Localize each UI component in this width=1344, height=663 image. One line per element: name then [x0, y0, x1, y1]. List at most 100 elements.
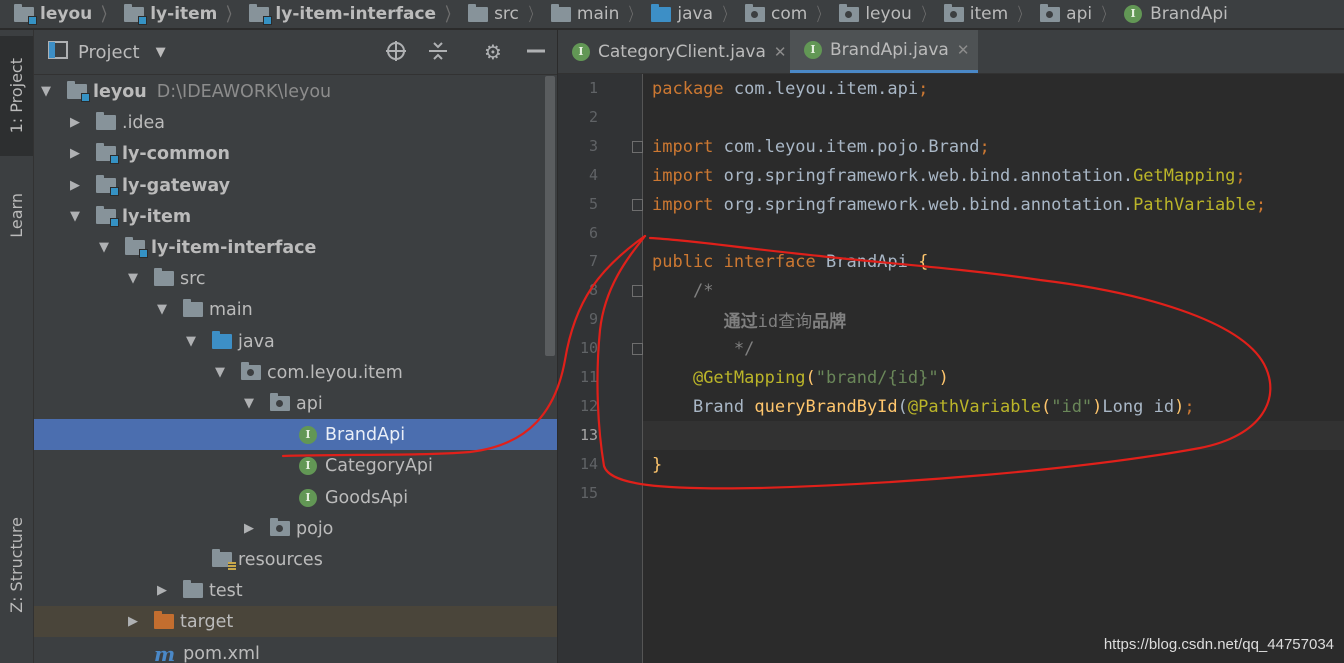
- collapsed-arrow-icon[interactable]: ▶: [68, 115, 82, 130]
- line-number: 12: [579, 397, 598, 415]
- line-number: 6: [588, 224, 598, 242]
- breadcrumb-item[interactable]: leyou 〉: [839, 1, 943, 27]
- code-token: @GetMapping: [692, 367, 806, 388]
- code-editor[interactable]: package com.leyou.item.api; import com.le…: [643, 74, 1344, 663]
- tree-item[interactable]: ▶mpom.xml: [34, 638, 557, 663]
- line-number: 2: [588, 108, 598, 126]
- code-line: }: [643, 450, 1344, 479]
- locate-target-icon[interactable]: [384, 40, 408, 64]
- collapse-all-icon[interactable]: [426, 40, 450, 64]
- editor-tab-bar: I CategoryClient.java ✕ I BrandApi.java ✕: [558, 30, 1344, 74]
- breadcrumb-item[interactable]: item 〉: [943, 1, 1040, 27]
- fold-marker-icon[interactable]: [632, 199, 643, 211]
- close-icon[interactable]: ✕: [774, 43, 787, 61]
- breadcrumb-item[interactable]: main 〉: [550, 1, 651, 27]
- breadcrumb-item[interactable]: com 〉: [745, 1, 839, 27]
- line-number: 8: [588, 281, 598, 299]
- tree-item[interactable]: ▼ api: [34, 388, 557, 419]
- project-tool-tab-label: 1: Project: [7, 58, 26, 134]
- line-number: 4: [588, 166, 598, 184]
- breadcrumb-label: api: [1066, 4, 1093, 24]
- gear-icon[interactable]: ⚙: [481, 40, 505, 64]
- code-token: ): [1174, 396, 1185, 417]
- navigation-breadcrumb: leyou 〉 ly-item 〉 ly-item-interface 〉 src 〉 main…: [0, 0, 1344, 29]
- code-line: public interface BrandApi {: [643, 247, 1344, 276]
- learn-tool-tab[interactable]: Learn: [0, 170, 33, 260]
- tree-item[interactable]: ▶ICategoryApi: [34, 450, 557, 481]
- tree-item[interactable]: ▼ main: [34, 294, 557, 325]
- tree-item[interactable]: ▼ com.leyou.item: [34, 357, 557, 388]
- close-icon[interactable]: ✕: [957, 41, 970, 59]
- package-icon: [1040, 3, 1061, 22]
- project-view-icon: [48, 40, 68, 64]
- hide-panel-icon[interactable]: [524, 40, 548, 64]
- tree-item[interactable]: ▶ target: [34, 606, 557, 637]
- tree-item[interactable]: ▼ src: [34, 263, 557, 294]
- breadcrumb-item[interactable]: api 〉: [1040, 1, 1124, 27]
- collapsed-arrow-icon[interactable]: ▶: [155, 583, 169, 598]
- tree-item[interactable]: ▶ ly-gateway: [34, 170, 557, 201]
- tree-item[interactable]: ▶ ly-common: [34, 138, 557, 169]
- tree-item-label: pojo: [296, 518, 334, 539]
- collapsed-arrow-icon[interactable]: ▶: [68, 146, 82, 161]
- watermark: https://blog.csdn.net/qq_44757034: [1103, 636, 1334, 653]
- collapsed-arrow-icon[interactable]: ▶: [68, 178, 82, 193]
- editor-tab[interactable]: I CategoryClient.java ✕: [558, 30, 790, 73]
- code-token: ): [938, 367, 949, 388]
- fold-marker-icon[interactable]: [632, 141, 643, 153]
- expanded-arrow-icon[interactable]: ▼: [213, 365, 227, 380]
- tree-item[interactable]: ▶ test: [34, 575, 557, 606]
- breadcrumb-item[interactable]: java 〉: [651, 1, 745, 27]
- fold-marker-icon[interactable]: [632, 343, 643, 355]
- chevron-right-icon: 〉: [101, 5, 113, 26]
- chevron-down-icon[interactable]: ▼: [156, 45, 166, 60]
- project-view-selector[interactable]: Project: [78, 42, 140, 63]
- code-token: ;: [1235, 165, 1246, 186]
- fold-marker-icon[interactable]: [632, 285, 643, 297]
- code-token: PathVariable: [1133, 194, 1256, 215]
- project-scrollbar[interactable]: [545, 76, 555, 356]
- expanded-arrow-icon[interactable]: ▼: [242, 396, 256, 411]
- structure-tool-tab[interactable]: Z: Structure: [0, 500, 33, 630]
- expanded-arrow-icon[interactable]: ▼: [126, 271, 140, 286]
- breadcrumb-item[interactable]: ly-item 〉: [124, 1, 249, 27]
- module-folder-icon: [96, 206, 119, 227]
- code-token: import: [652, 136, 724, 157]
- breadcrumb-item[interactable]: ly-item-interface 〉: [249, 1, 468, 27]
- tree-item[interactable]: ▶ .idea: [34, 107, 557, 138]
- breadcrumb-item[interactable]: I BrandApi: [1124, 4, 1228, 24]
- chevron-right-icon: 〉: [816, 5, 828, 26]
- breadcrumb-item[interactable]: leyou 〉: [14, 1, 124, 27]
- breadcrumb-item[interactable]: src 〉: [468, 1, 551, 27]
- breadcrumb-label: ly-item-interface: [275, 4, 437, 24]
- code-line: import org.springframework.web.bind.anno…: [643, 190, 1344, 219]
- code-token: "brand/{id}": [815, 367, 939, 388]
- tree-item[interactable]: ▼ leyou D:\IDEAWORK\leyou: [34, 76, 557, 107]
- tree-item[interactable]: ▶resources: [34, 544, 557, 575]
- line-number: 11: [579, 368, 598, 386]
- tree-item[interactable]: ▼ ly-item-interface: [34, 232, 557, 263]
- project-tool-tab[interactable]: 1: Project: [0, 36, 33, 156]
- expanded-arrow-icon[interactable]: ▼: [97, 240, 111, 255]
- editor-tab[interactable]: I BrandApi.java ✕: [790, 30, 978, 73]
- code-token: (: [805, 367, 816, 388]
- tree-item[interactable]: ▶IBrandApi: [34, 419, 557, 450]
- tree-item[interactable]: ▼ ly-item: [34, 201, 557, 232]
- tree-item-label: api: [296, 393, 323, 414]
- line-number: 5: [588, 195, 598, 213]
- expanded-arrow-icon[interactable]: ▼: [184, 334, 198, 349]
- line-number: 15: [579, 484, 598, 502]
- tree-item[interactable]: ▼ java: [34, 326, 557, 357]
- collapsed-arrow-icon[interactable]: ▶: [126, 614, 140, 629]
- tree-item[interactable]: ▶ pojo: [34, 513, 557, 544]
- collapsed-arrow-icon[interactable]: ▶: [242, 521, 256, 536]
- chevron-right-icon: 〉: [1101, 5, 1113, 26]
- expanded-arrow-icon[interactable]: ▼: [155, 302, 169, 317]
- expanded-arrow-icon[interactable]: ▼: [39, 84, 53, 99]
- tree-item[interactable]: ▶IGoodsApi: [34, 482, 557, 513]
- expanded-arrow-icon[interactable]: ▼: [68, 209, 82, 224]
- resources-folder-icon: [212, 549, 236, 570]
